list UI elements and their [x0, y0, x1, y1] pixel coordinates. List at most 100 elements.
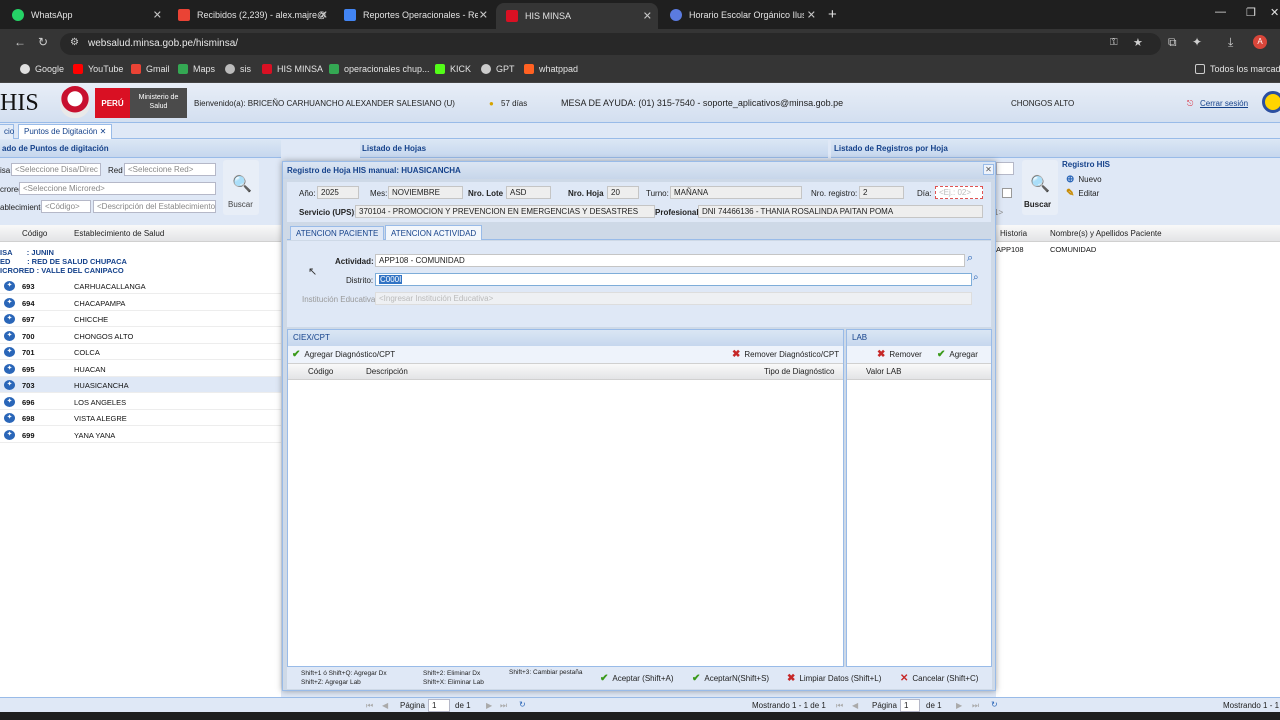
bookmark-maps[interactable]: Maps: [178, 64, 215, 74]
refresh-icon[interactable]: ↻: [991, 700, 998, 709]
bookmark-youtube[interactable]: YouTube: [73, 64, 123, 74]
table-row[interactable]: ✦ 701 COLCA: [0, 344, 281, 360]
buscar-button[interactable]: 🔍 Buscar: [223, 160, 259, 215]
bookmark-whatppad[interactable]: whatppad: [524, 64, 578, 74]
col-codigo[interactable]: Código: [22, 229, 47, 238]
col-nombre[interactable]: Nombre(s) y Apellidos Paciente: [1050, 229, 1162, 238]
address-bar[interactable]: ⚙ websalud.minsa.gob.pe/hisminsa/ ⚿ ★: [60, 33, 1161, 55]
tab-horario[interactable]: Horario Escolar Orgánico Ilustr ✕: [660, 4, 822, 26]
remover-diagnostico-button[interactable]: ✖ Remover Diagnóstico/CPT: [732, 349, 839, 360]
disa-select[interactable]: <Seleccione Disa/Direc: [11, 163, 101, 176]
col-descripcion[interactable]: Descripción: [366, 367, 408, 376]
table-row[interactable]: ✦ 700 CHONGOS ALTO: [0, 328, 281, 344]
col-codigo[interactable]: Código: [308, 367, 333, 376]
bookmark-gmail[interactable]: Gmail: [131, 64, 170, 74]
next-page-icon[interactable]: ▶: [956, 701, 962, 710]
agregar-diagnostico-button[interactable]: ✔ Agregar Diagnóstico/CPT: [292, 349, 395, 360]
aceptarN-button[interactable]: ✔ AceptarN(Shift+S): [692, 673, 769, 684]
close-icon[interactable]: ✕: [153, 9, 162, 22]
close-icon[interactable]: ✕: [319, 9, 328, 22]
tab-atencion-paciente[interactable]: ATENCION PACIENTE: [290, 226, 385, 240]
agregar-lab-button[interactable]: ✔ Agregar: [937, 349, 978, 360]
tab-atencion-actividad[interactable]: ATENCION ACTIVIDAD: [385, 225, 483, 240]
tab-reportes[interactable]: Reportes Operacionales - Red C✕: [334, 4, 494, 26]
bookmark-his-minsa[interactable]: HIS MINSA: [262, 64, 323, 74]
microred-select[interactable]: <Seleccione Microred>: [19, 182, 216, 195]
extensions-icon[interactable]: ⧉: [1168, 35, 1177, 50]
last-page-icon[interactable]: ⏭: [972, 701, 979, 711]
first-page-icon[interactable]: ⏮: [366, 701, 373, 711]
close-icon[interactable]: ✕: [479, 9, 488, 22]
refresh-icon[interactable]: ↻: [519, 700, 526, 709]
page-input[interactable]: 1: [428, 699, 450, 712]
dia-input[interactable]: <Ej.: 02>: [935, 186, 983, 199]
star-icon[interactable]: ★: [1133, 36, 1143, 49]
window-close-icon[interactable]: ✕: [1270, 6, 1279, 19]
site-info-icon[interactable]: ⚙: [70, 37, 79, 48]
page-input[interactable]: 1: [900, 699, 920, 712]
cancelar-button[interactable]: ✕ Cancelar (Shift+C): [900, 673, 978, 684]
table-row[interactable]: ✦ 696 LOS ANGELES: [0, 394, 281, 410]
download-icon[interactable]: ⤓: [1228, 35, 1233, 50]
table-row[interactable]: ✦ 693 CARHUACALLANGA: [0, 278, 281, 294]
tab-puntos-digitacion[interactable]: Puntos de Digitación ✕: [18, 124, 113, 139]
calendar-icon[interactable]: [1002, 188, 1012, 198]
table-row[interactable]: ✦ 694 CHACAPAMPA: [0, 295, 281, 311]
aceptar-button[interactable]: ✔ Aceptar (Shift+A): [600, 673, 674, 684]
first-page-icon[interactable]: ⏮: [836, 701, 843, 711]
bookmark-google[interactable]: Google: [20, 64, 64, 74]
table-row[interactable]: ✦ 697 CHICCHE: [0, 311, 281, 327]
right-field[interactable]: [996, 162, 1014, 175]
table-row[interactable]: ✦ 699 YANA YANA: [0, 427, 281, 443]
back-icon[interactable]: ←: [14, 35, 26, 49]
modal-close-icon[interactable]: ✕: [983, 164, 994, 175]
col-historia[interactable]: Historia: [1000, 229, 1027, 238]
bookmark-sis[interactable]: sis: [225, 64, 251, 74]
bookmark-gpt[interactable]: GPT: [481, 64, 515, 74]
close-icon[interactable]: ✕: [100, 127, 107, 136]
col-valor-lab[interactable]: Valor LAB: [866, 367, 901, 376]
tab-whatsapp[interactable]: WhatsApp ✕: [2, 4, 168, 26]
red-select[interactable]: <Seleccione Red>: [124, 163, 216, 176]
last-page-icon[interactable]: ⏭: [500, 701, 507, 711]
logout-link[interactable]: Cerrar sesión: [1200, 99, 1248, 108]
profile-avatar[interactable]: A: [1253, 35, 1267, 49]
table-row[interactable]: ✦ 695 HUACAN: [0, 361, 281, 377]
table-row-selected[interactable]: ✦ 703 HUASICANCHA: [0, 377, 281, 393]
puzzle-icon[interactable]: ✦: [1192, 35, 1202, 49]
wattpad-icon: [524, 64, 534, 74]
tab-inicio[interactable]: cio: [0, 124, 14, 139]
close-icon[interactable]: ✕: [643, 10, 652, 23]
actividad-input[interactable]: APP108 - COMUNIDAD: [375, 254, 965, 267]
bookmark-operacionales[interactable]: operacionales chup...: [329, 64, 430, 74]
search-icon[interactable]: ⌕: [973, 272, 979, 283]
institucion-input[interactable]: <Ingresar Institución Educativa>: [375, 292, 972, 305]
descripcion-input[interactable]: <Descripción del Establecimiento>: [93, 200, 216, 213]
maximize-icon[interactable]: ❐: [1246, 6, 1256, 19]
prev-page-icon[interactable]: ◀: [382, 701, 388, 710]
table-row[interactable]: APP108 COMUNIDAD: [996, 242, 1280, 257]
nuevo-button[interactable]: ⊕ Nuevo: [1066, 174, 1102, 185]
prev-page-icon[interactable]: ◀: [852, 701, 858, 710]
user-globe-icon[interactable]: [1262, 91, 1280, 113]
distrito-input[interactable]: C000I: [375, 273, 972, 286]
editar-button[interactable]: ✎ Editar: [1066, 188, 1099, 199]
all-bookmarks[interactable]: Todos los marcadores: [1195, 64, 1280, 74]
tab-his-minsa[interactable]: HIS MINSA ✕: [496, 3, 658, 29]
reload-icon[interactable]: ↻: [38, 35, 48, 49]
bookmark-kick[interactable]: KICK: [435, 64, 471, 74]
limpiar-button[interactable]: ✖ Limpiar Datos (Shift+L): [787, 673, 881, 684]
right-buscar-button[interactable]: 🔍 Buscar: [1022, 160, 1058, 215]
close-icon[interactable]: ✕: [807, 9, 816, 22]
table-row[interactable]: ✦ 698 VISTA ALEGRE: [0, 410, 281, 426]
minimize-icon[interactable]: —: [1215, 6, 1226, 18]
col-establecimiento[interactable]: Establecimiento de Salud: [74, 229, 164, 238]
tab-gmail[interactable]: Recibidos (2,239) - alex.majre@ ✕: [168, 4, 334, 26]
codigo-input[interactable]: <Código>: [41, 200, 91, 213]
next-page-icon[interactable]: ▶: [486, 701, 492, 710]
col-tipo-diagnostico[interactable]: Tipo de Diagnóstico: [764, 367, 834, 376]
new-tab-button[interactable]: +: [828, 6, 837, 23]
remover-lab-button[interactable]: ✖ Remover: [877, 349, 922, 360]
search-icon[interactable]: ⌕: [967, 252, 973, 265]
key-icon[interactable]: ⚿: [1110, 37, 1118, 48]
